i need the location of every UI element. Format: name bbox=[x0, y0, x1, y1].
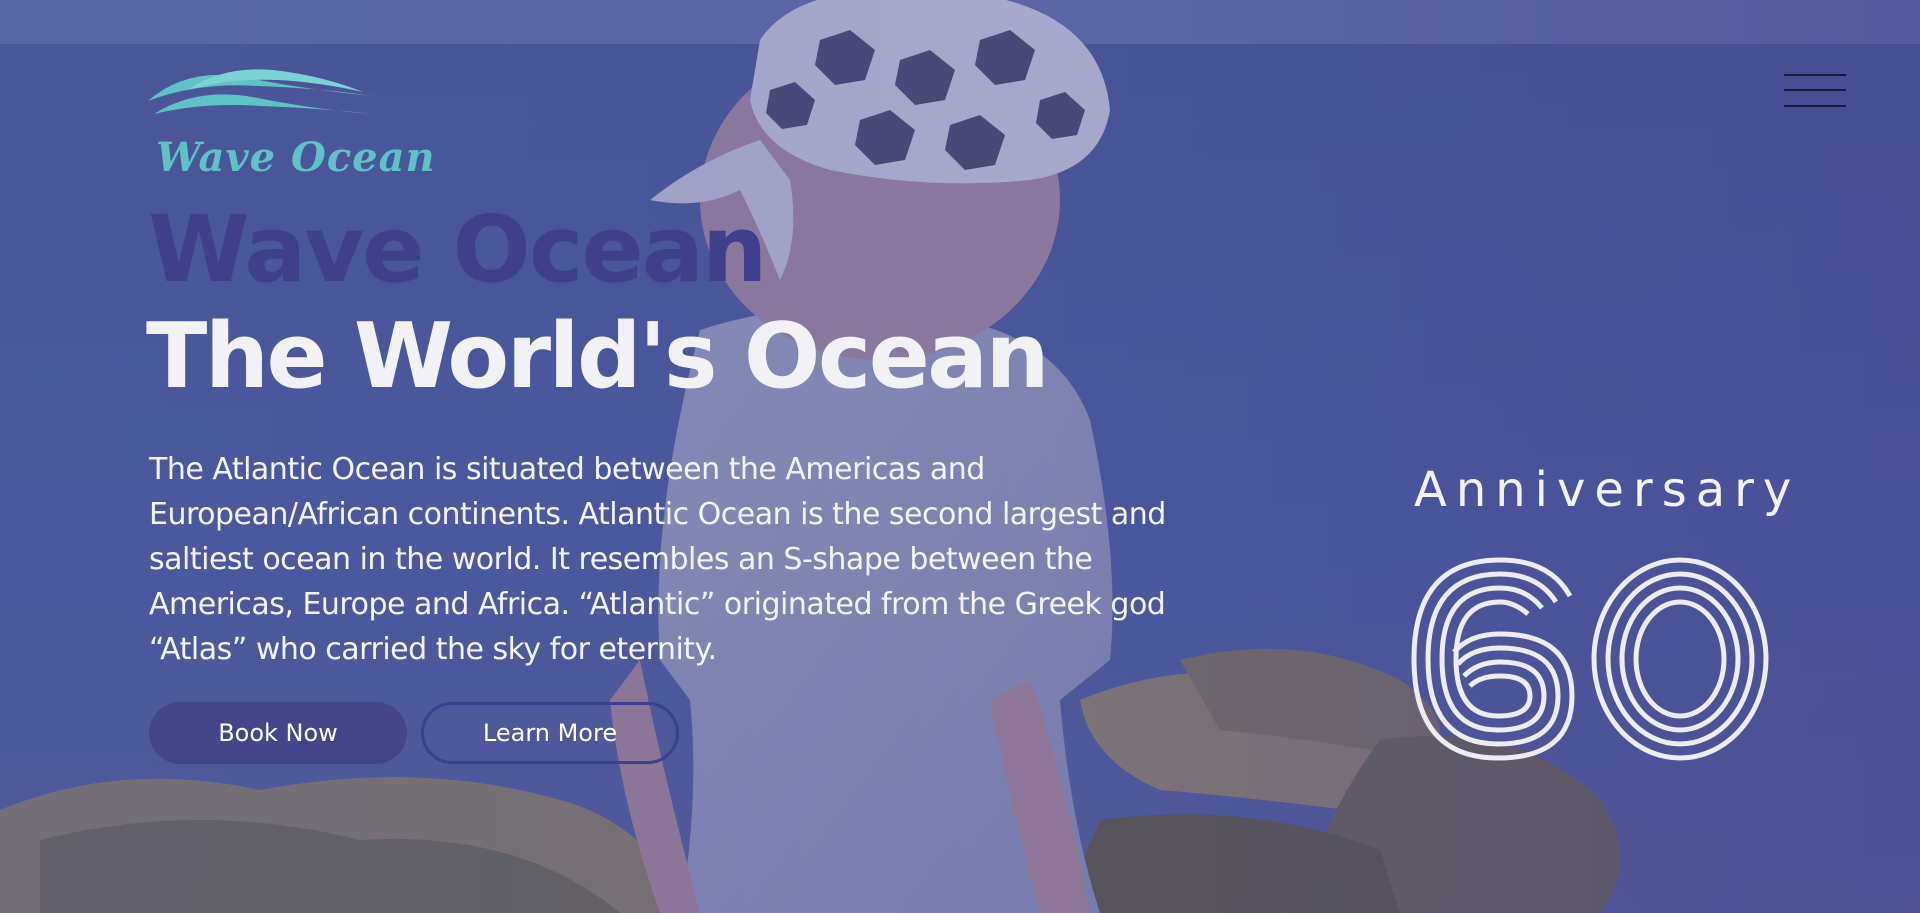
menu-bar bbox=[1784, 74, 1846, 76]
learn-more-button[interactable]: Learn More bbox=[421, 702, 679, 764]
anniversary-label: Anniversary bbox=[1414, 462, 1801, 518]
hero-description: The Atlantic Ocean is situated between t… bbox=[149, 452, 1166, 667]
menu-bar bbox=[1784, 105, 1846, 107]
hero-title: The World's Ocean bbox=[146, 304, 1050, 409]
hamburger-menu-icon[interactable] bbox=[1784, 72, 1846, 110]
book-now-button[interactable]: Book Now bbox=[149, 702, 407, 764]
wave-logo-icon bbox=[148, 69, 373, 114]
brand-heading: Wave Ocean bbox=[148, 196, 767, 303]
logo-text: Wave Ocean bbox=[156, 134, 436, 181]
wave-ocean-logo[interactable]: Wave Ocean bbox=[148, 56, 435, 181]
menu-bar bbox=[1784, 89, 1846, 91]
anniversary-number: 60 bbox=[1410, 556, 1770, 762]
anniversary-60-graphic bbox=[1411, 557, 1769, 761]
